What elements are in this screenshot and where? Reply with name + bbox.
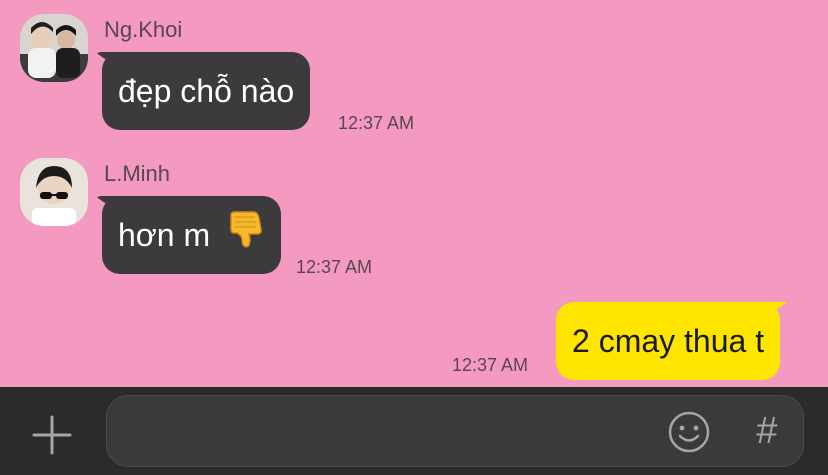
message-input-bar: #: [0, 387, 828, 475]
plus-button[interactable]: [28, 411, 76, 459]
message-bubble[interactable]: hơn m: [102, 196, 282, 277]
message-time: 12:37 AM: [296, 257, 373, 277]
message-time: 12:37 AM: [452, 355, 529, 375]
avatar[interactable]: [20, 14, 88, 82]
chat-area: Ng.Khoi đẹp chỗ nào 12:37 AM L.Minh hơn …: [0, 0, 828, 387]
message-text: đẹp chỗ nào: [118, 73, 295, 109]
avatar-photo-lminh: [20, 158, 88, 226]
sender-name: Ng.Khoi: [104, 17, 183, 42]
emoji-button[interactable]: [667, 410, 711, 454]
message-time: 12:37 AM: [338, 113, 415, 133]
sender-name: L.Minh: [104, 161, 171, 186]
message-text: 2 cmay thua t: [572, 323, 765, 359]
thumbs-down-icon: [225, 199, 265, 277]
smiley-icon: [668, 411, 710, 453]
plus-icon: [32, 415, 72, 455]
avatar-photo-ngkhoi: [20, 14, 88, 82]
message-text: hơn m: [118, 217, 211, 253]
message-bubble[interactable]: đẹp chỗ nào: [102, 52, 311, 130]
message-input-field[interactable]: #: [106, 395, 804, 468]
message-bubble[interactable]: 2 cmay thua t: [556, 302, 781, 380]
hashtag-button[interactable]: #: [747, 406, 787, 456]
message-input[interactable]: [125, 396, 659, 468]
avatar[interactable]: [20, 158, 88, 226]
